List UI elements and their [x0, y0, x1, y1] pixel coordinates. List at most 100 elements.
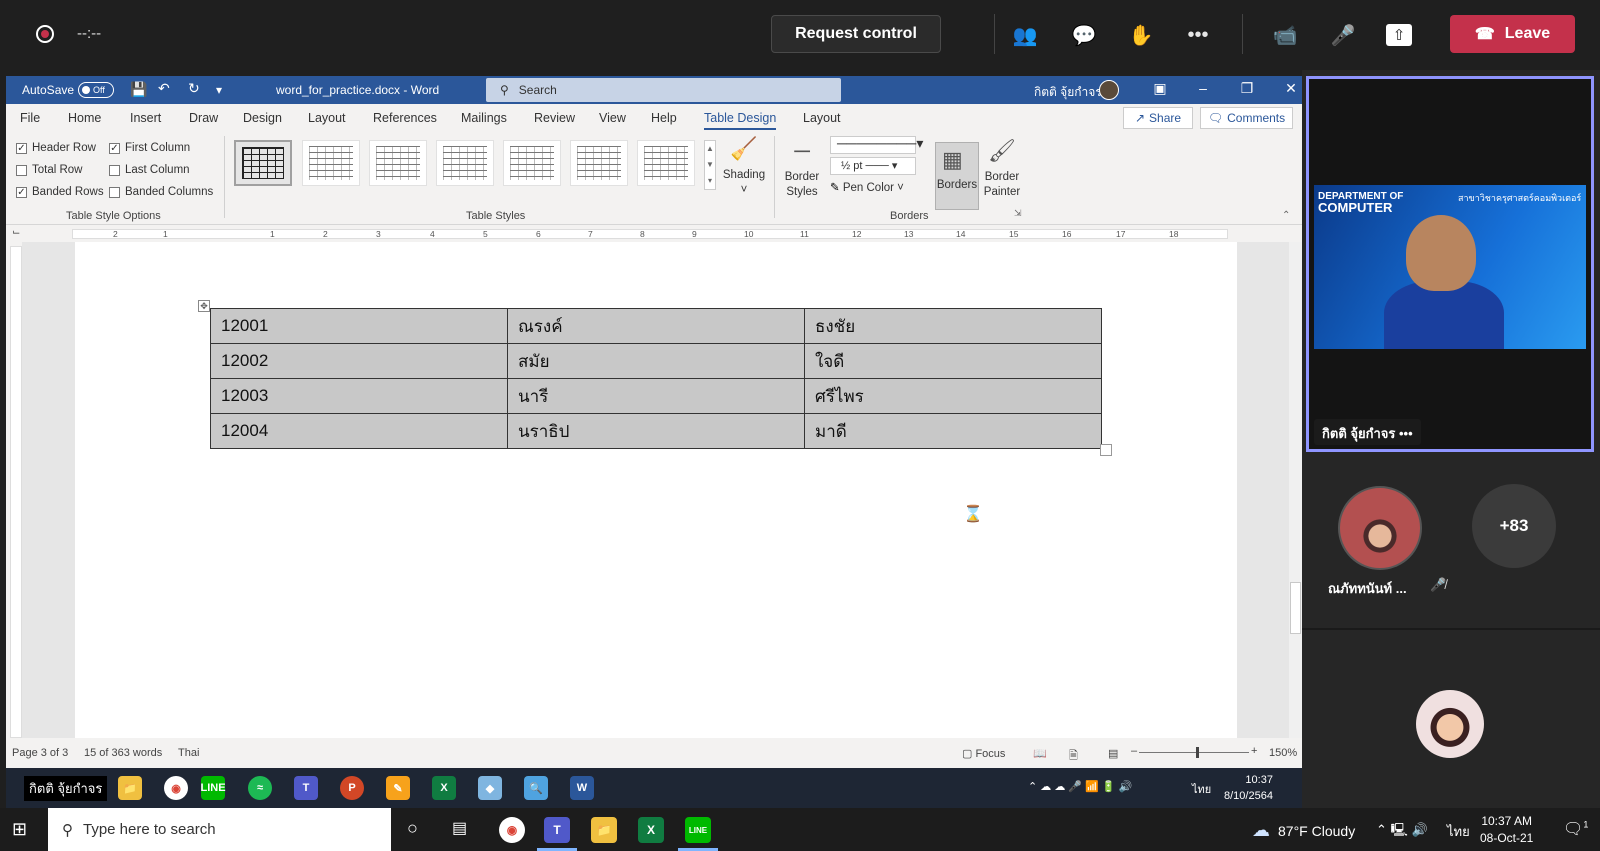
table-row[interactable]: 12002 สมัย ใจดี: [210, 343, 1102, 379]
camera-off-icon[interactable]: 📹: [1270, 20, 1300, 50]
zoom-in-icon[interactable]: +: [1251, 745, 1257, 757]
participant-avatar[interactable]: [1338, 486, 1422, 570]
table-style[interactable]: [503, 140, 561, 186]
leave-button[interactable]: ☎ Leave: [1450, 15, 1575, 53]
customize-qat-icon[interactable]: ▾: [216, 83, 222, 97]
tab-help[interactable]: Help: [651, 111, 677, 125]
language-indicator[interactable]: Thai: [178, 747, 199, 759]
close-icon[interactable]: ✕: [1280, 80, 1302, 97]
save-icon[interactable]: 💾: [130, 81, 147, 98]
checkbox-checked[interactable]: ✓: [16, 142, 27, 154]
file-explorer-icon[interactable]: 📁: [591, 817, 617, 843]
table-row[interactable]: 12003 นารี ศรีไพร: [210, 378, 1102, 414]
ribbon-display-icon[interactable]: ▣: [1149, 80, 1171, 97]
raise-hand-icon[interactable]: ✋: [1126, 20, 1156, 50]
undo-icon[interactable]: ↶: [158, 80, 170, 97]
zoom-level[interactable]: 150%: [1269, 747, 1297, 759]
share-tray-icon[interactable]: ⇧: [1386, 24, 1412, 46]
table-style[interactable]: [570, 140, 628, 186]
tray-language[interactable]: ไทย: [1447, 821, 1470, 842]
header-row-option[interactable]: ✓ Header Row: [16, 142, 96, 154]
tab-table-layout[interactable]: Layout: [803, 111, 841, 125]
tab-layout[interactable]: Layout: [308, 111, 346, 125]
table-style[interactable]: [369, 140, 427, 186]
tab-home[interactable]: Home: [68, 111, 101, 125]
taskbar-search[interactable]: ⚲ Type here to search: [48, 808, 391, 851]
document-page[interactable]: ✥ 12001 ณรงค์ ธงชัย 12002 สมัย ใจดี 12003 นารีศ…: [75, 242, 1237, 738]
table-resize-handle[interactable]: [1100, 444, 1112, 456]
tab-references[interactable]: References: [373, 111, 437, 125]
request-control-button[interactable]: Request control: [771, 15, 941, 53]
checkbox[interactable]: [16, 164, 27, 176]
last-column-option[interactable]: Last Column: [109, 164, 190, 176]
table-move-handle-icon[interactable]: ✥: [198, 300, 210, 312]
avatar[interactable]: [1099, 80, 1119, 100]
print-layout-icon[interactable]: 🗎: [1069, 747, 1078, 766]
tab-selector-icon[interactable]: ⌙: [12, 227, 20, 238]
word-count[interactable]: 15 of 363 words: [84, 747, 162, 759]
border-painter-button[interactable]: 🖌 Border Painter: [981, 136, 1023, 200]
tab-file[interactable]: File: [20, 111, 40, 125]
redo-icon[interactable]: ↻: [188, 80, 200, 97]
checkbox[interactable]: [109, 186, 120, 198]
table-row[interactable]: 12001 ณรงค์ ธงชัย: [210, 308, 1102, 344]
tab-mailings[interactable]: Mailings: [461, 111, 507, 125]
document-table[interactable]: 12001 ณรงค์ ธงชัย 12002 สมัย ใจดี 12003 นารี ศรี…: [210, 308, 1102, 449]
more-icon[interactable]: •••: [1183, 20, 1213, 50]
page-count[interactable]: Page 3 of 3: [12, 747, 68, 759]
table-cell[interactable]: ศรีไพร: [804, 378, 1102, 414]
chat-icon[interactable]: 💬: [1069, 20, 1099, 50]
tray-icons[interactable]: ⌃ 🖳 🔊: [1376, 821, 1428, 843]
chrome-icon[interactable]: ◉: [499, 817, 525, 843]
restore-icon[interactable]: ❐: [1236, 80, 1258, 97]
comments-button[interactable]: 🗨 Comments: [1200, 107, 1293, 129]
focus-button[interactable]: ▢ Focus: [962, 747, 1005, 760]
cortana-icon[interactable]: ○: [407, 818, 418, 839]
zoom-slider-thumb[interactable]: [1196, 747, 1199, 758]
excel-icon[interactable]: X: [638, 817, 664, 843]
table-cell[interactable]: ณรงค์: [507, 308, 805, 344]
table-style[interactable]: [436, 140, 494, 186]
table-style[interactable]: [302, 140, 360, 186]
tab-view[interactable]: View: [599, 111, 626, 125]
banded-columns-option[interactable]: Banded Columns: [109, 186, 213, 198]
checkbox-checked[interactable]: ✓: [16, 186, 27, 198]
tab-draw[interactable]: Draw: [189, 111, 218, 125]
tab-design[interactable]: Design: [243, 111, 282, 125]
shading-button[interactable]: 🧹 Shading ˅: [718, 134, 770, 198]
checkbox-checked[interactable]: ✓: [109, 142, 120, 154]
line-icon[interactable]: LINE: [685, 817, 711, 843]
dialog-launcher-icon[interactable]: ⇲: [1014, 208, 1022, 219]
teams-icon[interactable]: T: [544, 817, 570, 843]
table-cell[interactable]: 12002: [210, 343, 508, 379]
border-styles-button[interactable]: ─ Border Styles: [778, 136, 826, 200]
table-cell[interactable]: นารี: [507, 378, 805, 414]
zoom-out-icon[interactable]: –: [1131, 745, 1137, 757]
mic-off-icon[interactable]: 🎤: [1328, 20, 1358, 50]
share-button[interactable]: ↗ Share: [1123, 107, 1193, 129]
line-style-select[interactable]: ────────▾: [830, 136, 923, 154]
table-cell[interactable]: มาดี: [804, 413, 1102, 449]
table-cell[interactable]: 12004: [210, 413, 508, 449]
taskbar-clock[interactable]: 10:37 AM 08-Oct-21: [1480, 813, 1533, 847]
weather-widget[interactable]: ☁ 87°F Cloudy: [1252, 820, 1355, 841]
total-row-option[interactable]: Total Row: [16, 164, 83, 176]
table-style[interactable]: [637, 140, 695, 186]
table-style-grid[interactable]: [234, 140, 292, 186]
borders-button[interactable]: ▦ Borders: [935, 142, 979, 210]
banded-rows-option[interactable]: ✓ Banded Rows: [16, 186, 104, 198]
task-view-icon[interactable]: ▤: [452, 818, 467, 838]
zoom-slider[interactable]: [1139, 752, 1249, 753]
table-cell[interactable]: 12001: [210, 308, 508, 344]
tab-insert[interactable]: Insert: [130, 111, 161, 125]
minimize-icon[interactable]: –: [1192, 80, 1214, 96]
line-weight-select[interactable]: ½ pt ─── ▾: [830, 157, 916, 175]
table-cell[interactable]: 12003: [210, 378, 508, 414]
collapse-ribbon-icon[interactable]: ⌃: [1282, 210, 1290, 221]
web-layout-icon[interactable]: ▤: [1108, 747, 1118, 760]
pen-color-button[interactable]: ✎ Pen Color ˅: [830, 180, 904, 194]
presenter-video-tile[interactable]: DEPARTMENT OF COMPUTER สาขาวิชาครุศาสตร์ค…: [1306, 76, 1594, 452]
table-cell[interactable]: นราธิป: [507, 413, 805, 449]
first-column-option[interactable]: ✓ First Column: [109, 142, 190, 154]
table-row[interactable]: 12004 นราธิป มาดี: [210, 413, 1102, 449]
